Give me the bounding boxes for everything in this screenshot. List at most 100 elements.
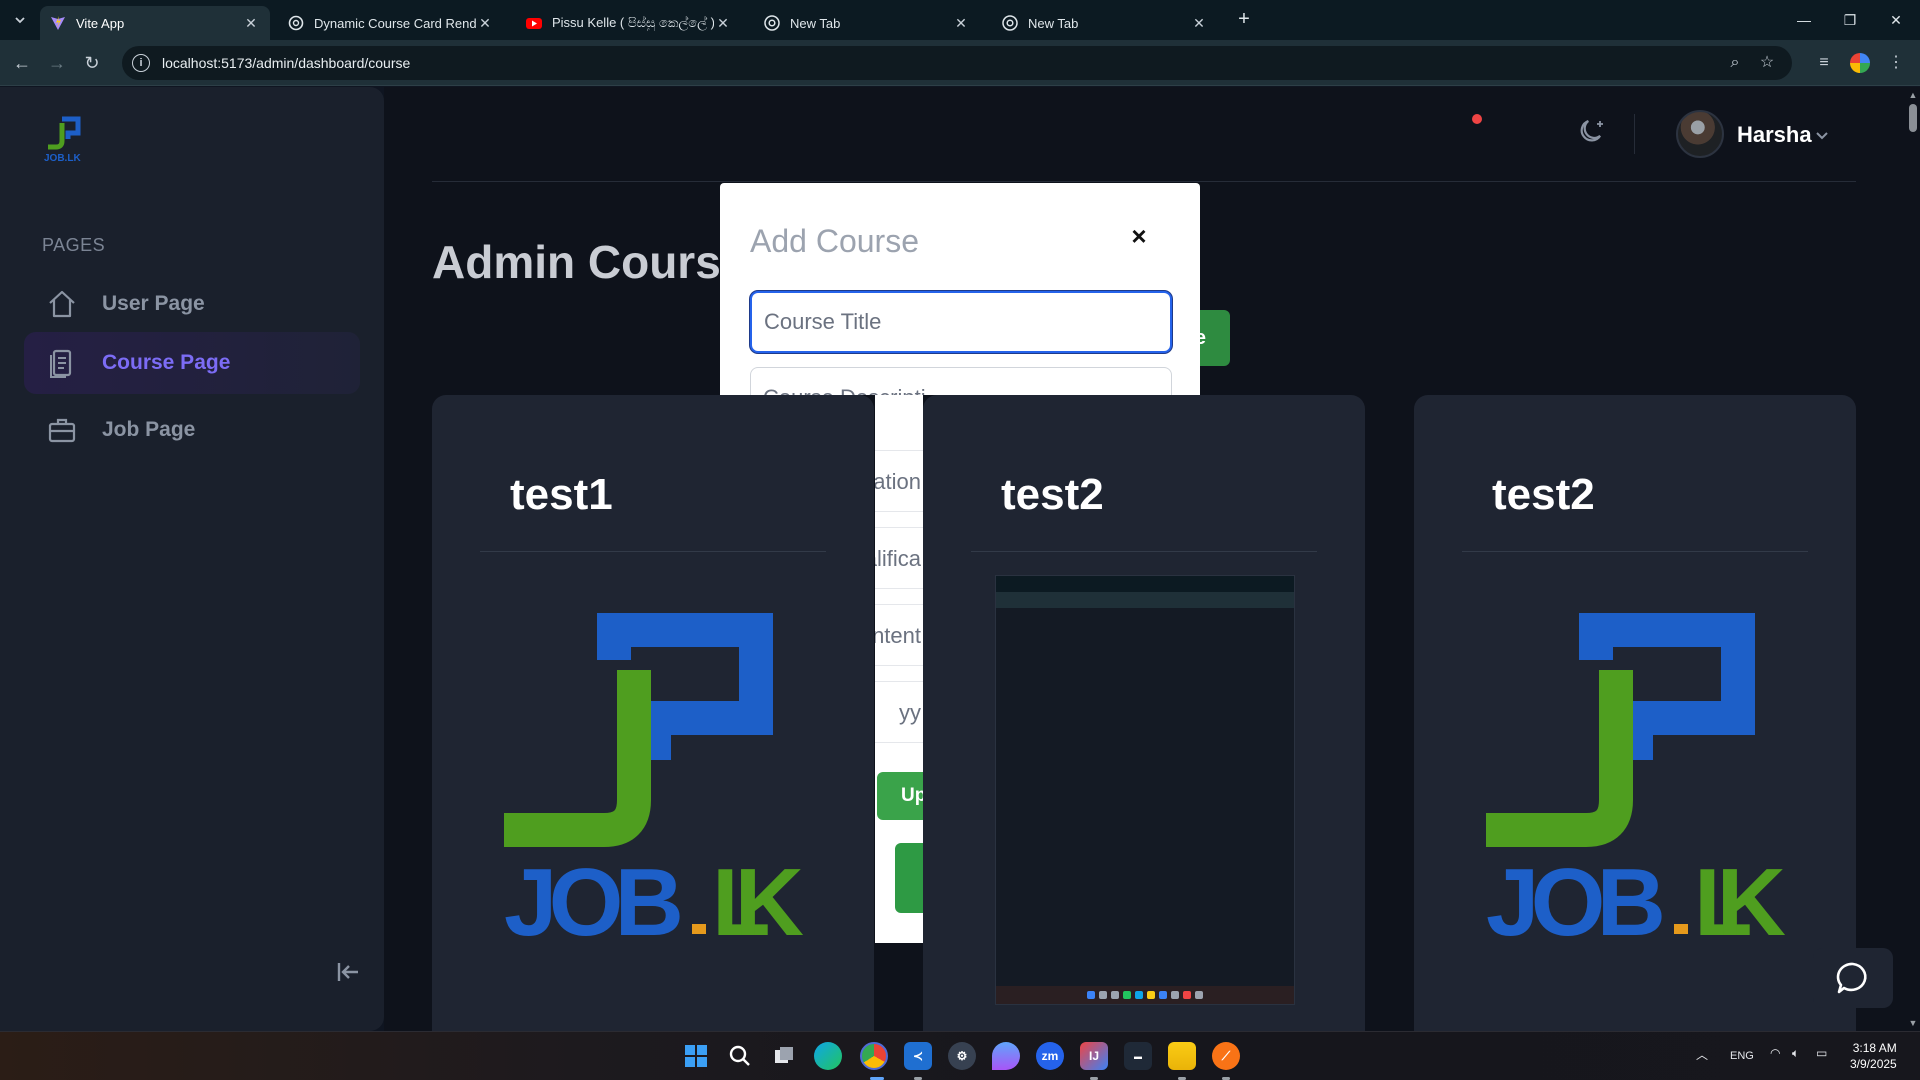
notification-dot[interactable] [1472,114,1482,124]
sidebar: JOB.LK PAGES User Page Course Page Job P… [0,87,384,1031]
chrome-icon[interactable] [860,1042,888,1070]
submit-button[interactable] [895,843,923,913]
back-arrow-icon[interactable]: ← [10,51,34,75]
postman-icon[interactable]: ⟋ [1212,1042,1240,1070]
zoom-app-icon[interactable]: zm [1036,1042,1064,1070]
document-icon [46,347,78,379]
svg-text:JOB: JOB [504,849,684,945]
modal-title: Add Course [750,223,919,259]
tab-dynamic-course[interactable]: Dynamic Course Card Renderin ✕ [278,6,504,40]
intellij-icon[interactable]: IJ [1080,1042,1108,1070]
bookmark-star-icon[interactable]: ☆ [1756,46,1778,80]
chatgpt-icon [288,15,304,31]
settings-gear-icon[interactable]: ⚙ [948,1042,976,1070]
card-divider [480,551,826,552]
moon-icon[interactable] [1578,116,1608,146]
edge-icon[interactable] [814,1042,842,1070]
battery-icon[interactable]: ▭ [1816,1046,1827,1060]
more-menu-icon[interactable]: ⋮ [1884,51,1908,75]
card-divider [1462,551,1808,552]
briefcase-icon [46,414,78,446]
profile-icon[interactable] [1848,51,1872,75]
sidebar-item-course-page[interactable]: Course Page [24,332,360,394]
collapse-sidebar-icon[interactable] [334,957,364,987]
joblk-logo: JOB LK [504,613,804,945]
sidebar-section-title: PAGES [42,235,106,255]
svg-text:JOB: JOB [1486,849,1666,945]
tab-title: New Tab [790,15,841,31]
course-title-input[interactable] [750,291,1172,353]
user-name[interactable]: Harsha [1737,122,1812,148]
course-card[interactable]: test1 JOB LK [432,395,874,1055]
date-field[interactable]: yy [875,681,923,743]
qualification-field[interactable]: alifica [875,527,923,589]
restore-icon[interactable]: ❐ [1830,8,1870,32]
media-control-icon[interactable]: ≡ [1812,51,1836,75]
course-card[interactable]: test2 [923,395,1365,1055]
close-icon[interactable]: ✕ [952,15,970,32]
paint-drop-icon[interactable] [992,1042,1020,1070]
file-explorer-icon[interactable] [1168,1042,1196,1070]
sidebar-item-label: Course Page [102,351,231,374]
header-divider [1634,114,1635,154]
chevron-down-icon[interactable] [1814,128,1830,144]
task-view-icon[interactable] [770,1042,798,1070]
scroll-down-arrow-icon[interactable]: ▼ [1908,1018,1918,1028]
avatar[interactable] [1676,110,1724,158]
course-card[interactable]: test2 JOB LK [1414,395,1856,1055]
close-icon[interactable]: ✕ [714,15,732,32]
vscode-icon[interactable]: ≺ [904,1042,932,1070]
sidebar-item-label: Job Page [102,418,196,441]
joblk-logo: JOB.LK [44,116,81,163]
upload-button[interactable]: Up [877,772,923,820]
reload-icon[interactable]: ↻ [80,51,104,75]
page-title: Admin Course [432,236,747,288]
content-field[interactable]: ntent [875,604,923,666]
tab-youtube[interactable]: Pissu Kelle ( පිස්සු කෙල්ලේ ) - ✕ [516,6,742,40]
browser-toolbar: ← → ↻ i localhost:5173/admin/dashboard/c… [0,40,1920,86]
zoom-icon[interactable]: ⌕ [1724,46,1746,80]
tray-overflow-icon[interactable]: ︿ [1696,1046,1708,1063]
address-bar[interactable]: i localhost:5173/admin/dashboard/course … [122,46,1792,80]
browser-tab-bar: Vite App ✕ Dynamic Course Card Renderin … [0,0,1920,40]
scroll-up-arrow-icon[interactable]: ▲ [1908,90,1918,100]
youtube-icon [526,15,542,31]
url-text[interactable]: localhost:5173/admin/dashboard/course [162,55,410,71]
tab-new-tab-2[interactable]: New Tab ✕ [992,6,1218,40]
chat-button[interactable] [1813,948,1893,1008]
add-course-modal-visible-strip: ation alifica ntent yy Up [875,395,923,943]
close-icon[interactable]: ✕ [242,15,260,32]
add-course-modal: Add Course × [720,183,1200,395]
terminal-icon[interactable]: ▬ [1124,1042,1152,1070]
course-description-input[interactable] [750,367,1172,395]
minimize-icon[interactable]: — [1784,8,1824,32]
search-icon[interactable] [726,1042,754,1070]
system-clock[interactable]: 3:18 AM 3/9/2025 [1850,1040,1897,1072]
svg-text:LK: LK [712,849,804,945]
close-icon[interactable]: ✕ [1190,15,1208,32]
tab-new-tab-1[interactable]: New Tab ✕ [754,6,980,40]
volume-icon[interactable]: 🔈︎ [1792,1046,1799,1061]
scrollbar-thumb[interactable] [1909,104,1917,132]
tab-search-button[interactable] [6,6,34,34]
windows-start-icon[interactable] [682,1042,710,1070]
joblk-logo: JOB LK [1486,613,1786,945]
tab-vite-app[interactable]: Vite App ✕ [40,6,270,40]
course-field[interactable]: ation [875,450,923,512]
site-info-icon[interactable]: i [132,54,150,72]
new-tab-button[interactable]: + [1232,8,1256,32]
page-scrollbar[interactable] [1906,87,1920,1031]
sidebar-item-user-page[interactable]: User Page [24,273,360,335]
course-card-title: test1 [510,470,613,519]
close-icon[interactable]: × [1124,221,1154,251]
sidebar-item-job-page[interactable]: Job Page [24,399,360,461]
wifi-icon[interactable]: ◠ [1770,1046,1780,1060]
tab-title: Vite App [76,15,125,31]
chat-bubble-icon [1836,962,1867,994]
language-indicator[interactable]: ENG [1730,1050,1754,1062]
clock-time: 3:18 AM [1852,1041,1897,1055]
forward-arrow-icon[interactable]: → [45,51,69,75]
close-icon[interactable]: ✕ [476,15,494,32]
window-close-icon[interactable]: ✕ [1876,8,1916,32]
clock-date: 3/9/2025 [1850,1057,1897,1071]
